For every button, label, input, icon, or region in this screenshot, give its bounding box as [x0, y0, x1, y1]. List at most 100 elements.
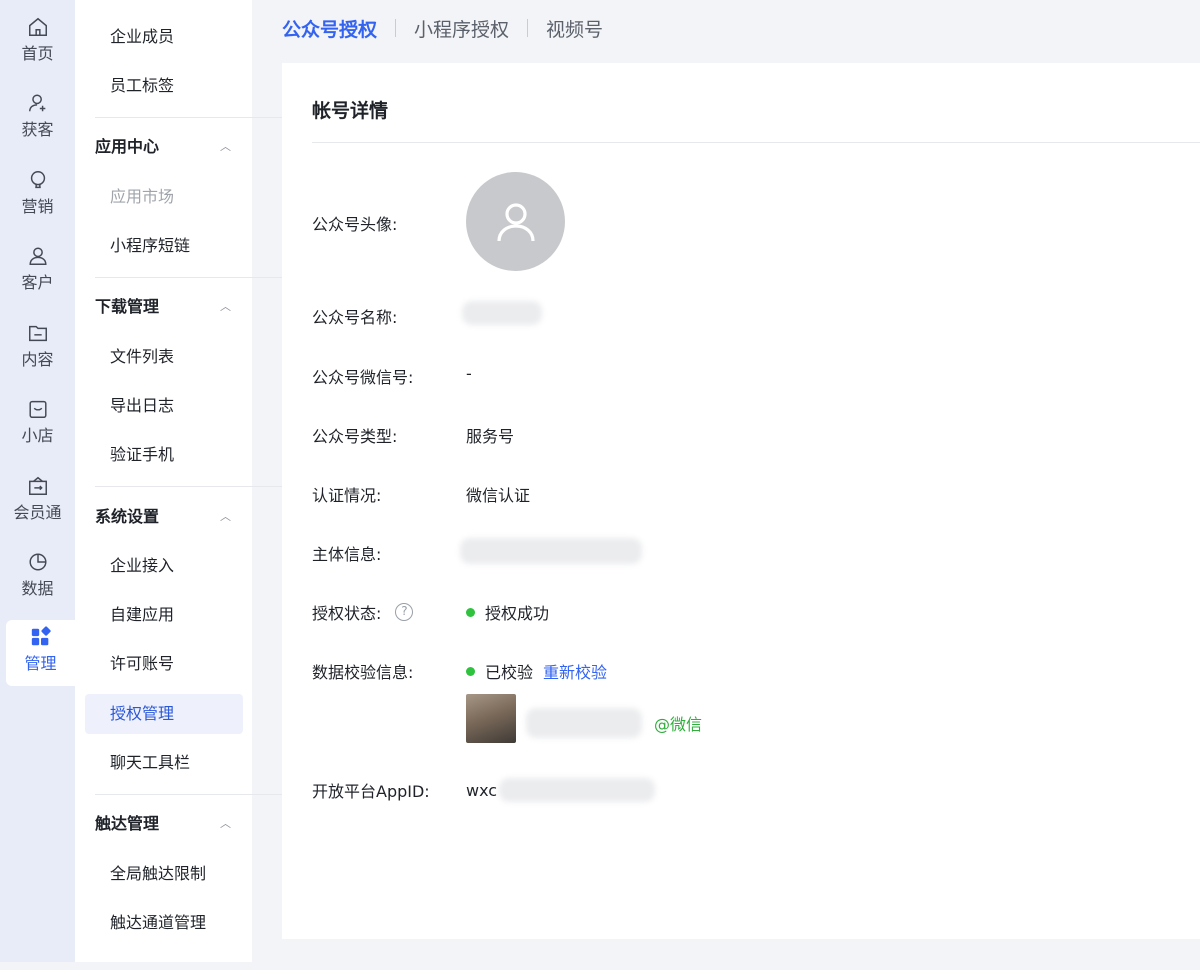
verify-label: 数据校验信息:: [312, 663, 414, 682]
appid-prefix: wxc: [466, 780, 498, 800]
user-icon: [496, 202, 535, 241]
rail-label: 首页: [21, 44, 54, 63]
verify-status: 已校验 重新校验: [466, 659, 607, 683]
subnav-item[interactable]: 小程序短链: [85, 226, 243, 266]
divider: [95, 277, 303, 278]
subnav-group-system-settings[interactable]: 系统设置 ︿: [85, 497, 243, 537]
redacted-text: [462, 301, 542, 325]
group-title: 系统设置: [95, 507, 160, 526]
group-title: 触达管理: [95, 814, 160, 833]
chevron-up-icon: ︿: [220, 140, 231, 153]
rail-label: 客户: [21, 273, 54, 292]
rail-item-customer[interactable]: 客户: [0, 239, 75, 305]
rail-item-manage[interactable]: 管理: [6, 620, 75, 686]
rail-item-shop[interactable]: 小店: [0, 392, 75, 458]
divider: [95, 117, 303, 118]
subnav-item[interactable]: 触达通道管理: [85, 903, 243, 943]
rail-label: 获客: [21, 120, 54, 139]
appid-label: 开放平台AppID:: [312, 782, 430, 801]
group-title: 应用中心: [95, 137, 160, 156]
redacted-text: [499, 778, 656, 802]
subnav-item[interactable]: 全局触达限制: [85, 854, 243, 894]
subject-label: 主体信息:: [312, 545, 382, 564]
pie-chart-icon: [27, 551, 49, 573]
rail-item-member[interactable]: 会员通: [0, 469, 75, 535]
reverify-link[interactable]: 重新校验: [543, 659, 607, 683]
group-title: 下载管理: [95, 297, 160, 316]
subnav-group-app-center[interactable]: 应用中心 ︿: [85, 127, 243, 167]
verify-value: 已校验: [485, 663, 534, 682]
rail-item-acquire[interactable]: 获客: [0, 86, 75, 152]
wechat-id-value: -: [466, 364, 472, 383]
chevron-up-icon: ︿: [220, 817, 231, 830]
verifier-info: @微信: [526, 708, 702, 738]
subnav-item[interactable]: 企业接入: [85, 546, 243, 586]
status-dot: [466, 607, 475, 617]
subnav-group-reach[interactable]: 触达管理 ︿: [85, 804, 243, 844]
rail-label: 小店: [21, 426, 54, 445]
auth-status: 授权成功: [466, 600, 549, 624]
subject-value-redacted: [460, 538, 642, 564]
auth-value: 授权成功: [485, 604, 550, 623]
subnav-item[interactable]: 企业成员: [85, 17, 243, 57]
chevron-up-icon: ︿: [220, 510, 231, 523]
cert-value: 微信认证: [466, 486, 531, 505]
type-value: 服务号: [466, 427, 515, 446]
subnav-item[interactable]: 验证手机: [85, 435, 243, 475]
rail-label: 数据: [21, 579, 54, 598]
grid-manage-icon: [30, 626, 52, 648]
left-icon-rail: 首页 获客 营销 客户 内容 小店 会员通 数据 管理: [0, 0, 75, 962]
auth-label: 授权状态:: [312, 604, 382, 623]
help-icon[interactable]: ?: [395, 603, 414, 621]
rail-item-marketing[interactable]: 营销: [0, 163, 75, 229]
name-value-redacted: [462, 301, 542, 325]
rail-label: 会员通: [13, 503, 62, 522]
subnav-item: 应用市场: [110, 187, 175, 206]
subnav-group-download[interactable]: 下载管理 ︿: [85, 287, 243, 327]
rail-item-data[interactable]: 数据: [0, 545, 75, 611]
subnav-item[interactable]: 文件列表: [85, 337, 243, 377]
avatar: [466, 172, 565, 271]
redacted-text: [460, 538, 642, 564]
tab-official-account[interactable]: 公众号授权: [282, 15, 377, 42]
secondary-nav: 企业成员 员工标签 应用中心 ︿ 应用市场 小程序短链 下载管理 ︿ 文件列表 …: [75, 0, 303, 962]
divider: [95, 486, 303, 487]
shop-icon: [27, 398, 49, 420]
subnav-item[interactable]: 导出日志: [85, 386, 243, 426]
type-label: 公众号类型:: [312, 427, 398, 446]
divider: [95, 794, 303, 795]
bulb-icon: [27, 169, 49, 191]
tab-mini-program[interactable]: 小程序授权: [414, 15, 509, 42]
rail-item-content[interactable]: 内容: [0, 316, 75, 382]
verifier-avatar: [466, 694, 516, 743]
auth-tabs: 公众号授权 小程序授权 视频号: [282, 14, 603, 42]
chevron-up-icon: ︿: [220, 300, 231, 313]
appid-value: wxc: [466, 778, 656, 802]
rail-label: 营销: [21, 197, 54, 216]
subnav-item[interactable]: 自建应用: [85, 595, 243, 635]
tab-channels[interactable]: 视频号: [546, 15, 603, 42]
rail-item-home[interactable]: 首页: [0, 10, 75, 76]
folder-icon: [27, 322, 49, 344]
subnav-item[interactable]: 聊天工具栏: [85, 743, 243, 783]
rail-label: 管理: [24, 654, 57, 673]
subnav-item[interactable]: 员工标签: [85, 66, 243, 106]
subnav-item-auth-management[interactable]: 授权管理: [85, 694, 243, 734]
redacted-text: [526, 708, 642, 738]
cert-label: 认证情况:: [312, 486, 382, 505]
tab-separator: [395, 19, 397, 37]
auth-status-row-label: 授权状态: ?: [312, 600, 414, 624]
account-detail-card: 帐号详情 公众号头像: 公众号名称: 公众号微信号: - 公众号类型: 服务号 …: [282, 63, 1200, 939]
wechat-id-label: 公众号微信号:: [312, 368, 414, 387]
member-icon: [27, 475, 49, 497]
card-title: 帐号详情: [312, 100, 389, 122]
subnav-item[interactable]: 许可账号: [85, 644, 243, 684]
home-icon: [27, 16, 49, 38]
divider: [312, 142, 1200, 143]
avatar-label: 公众号头像:: [312, 215, 398, 234]
rail-label: 内容: [21, 350, 54, 369]
name-label: 公众号名称:: [312, 308, 398, 327]
add-user-icon: [27, 92, 49, 114]
user-icon: [27, 245, 49, 267]
tab-separator: [527, 19, 529, 37]
